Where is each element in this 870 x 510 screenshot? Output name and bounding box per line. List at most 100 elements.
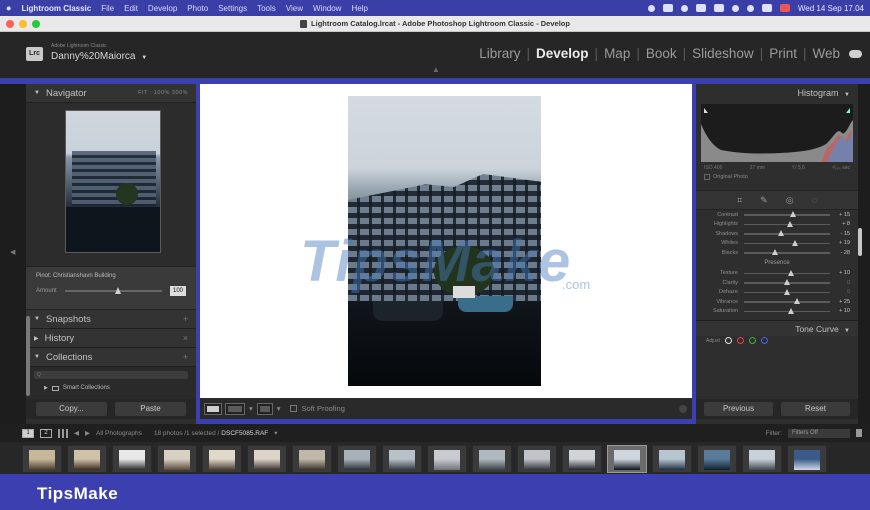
filmstrip-source[interactable]: All Photographs: [96, 430, 142, 437]
before-after-view-icon[interactable]: [225, 402, 245, 415]
add-collection-icon[interactable]: +: [183, 352, 188, 362]
red-channel-icon[interactable]: [736, 337, 744, 344]
module-print[interactable]: Print: [769, 46, 797, 61]
filmstrip-thumbnail[interactable]: [67, 445, 107, 473]
back-arrow-icon[interactable]: ◀: [74, 429, 79, 437]
filename-caret-icon[interactable]: ▾: [274, 429, 277, 437]
menubar-datetime[interactable]: Wed 14 Sep 17.04: [798, 4, 864, 13]
original-photo-toggle[interactable]: Original Photo: [696, 174, 858, 180]
filmstrip-thumbnail[interactable]: [247, 445, 287, 473]
navigator-zoom-options[interactable]: FIT : 100% 300%: [138, 90, 188, 96]
filmstrip-thumbnail[interactable]: [472, 445, 512, 473]
green-channel-icon[interactable]: [748, 337, 756, 344]
status-icon-1[interactable]: [647, 4, 655, 12]
soft-proofing-checkbox[interactable]: [289, 405, 297, 412]
histogram-graph[interactable]: [701, 104, 853, 162]
filmstrip-thumbnail[interactable]: [652, 445, 692, 473]
filmstrip-thumbnail[interactable]: [157, 445, 197, 473]
add-snapshot-icon[interactable]: +: [183, 314, 188, 324]
module-library[interactable]: Library: [479, 46, 520, 61]
menu-file[interactable]: File: [101, 4, 114, 13]
flag-icon[interactable]: [779, 4, 790, 12]
toolbar-menu-icon[interactable]: [679, 404, 687, 413]
paste-button[interactable]: Paste: [115, 402, 186, 416]
navigator-header[interactable]: ▼ Navigator FIT : 100% 300%: [26, 84, 196, 103]
rgb-channel-icon[interactable]: [724, 337, 732, 344]
clear-history-icon[interactable]: ×: [183, 333, 188, 343]
before-after-swap-icon[interactable]: [256, 402, 273, 415]
masking-tool-icon[interactable]: ◌: [812, 195, 817, 205]
histogram-header[interactable]: Histogram ▼: [696, 84, 858, 101]
filter-select[interactable]: Filters Off: [788, 428, 850, 438]
filmstrip-thumbnail[interactable]: [787, 445, 827, 473]
filmstrip-thumbnail[interactable]: [562, 445, 602, 473]
slider-knob[interactable]: [790, 211, 797, 217]
grid-view-icon[interactable]: [58, 428, 68, 438]
status-icon-2[interactable]: [662, 4, 673, 12]
adjustment-value[interactable]: + 15: [830, 212, 850, 218]
dropdown-caret-icon[interactable]: ▾: [277, 404, 281, 413]
battery-icon[interactable]: [713, 4, 724, 12]
adjustment-slider-shadows[interactable]: [744, 230, 830, 236]
minimize-window-button[interactable]: [19, 20, 27, 28]
spotlight-search-icon[interactable]: [746, 4, 754, 12]
original-photo-checkbox[interactable]: [704, 174, 710, 180]
wifi-icon[interactable]: [731, 4, 739, 12]
adjustment-value[interactable]: + 19: [830, 240, 850, 246]
filmstrip-thumbnail[interactable]: [202, 445, 242, 473]
filmstrip-thumbnail[interactable]: [337, 445, 377, 473]
filter-lock-icon[interactable]: [856, 429, 862, 437]
close-window-button[interactable]: [6, 20, 14, 28]
adjustment-slider-vibrance[interactable]: [744, 298, 830, 304]
filmstrip-filename[interactable]: DSCF5085.RAF: [221, 430, 268, 437]
adjustment-slider-saturation[interactable]: [744, 307, 830, 314]
crop-tool-icon[interactable]: ⌗: [737, 195, 742, 206]
highlight-clipping-icon[interactable]: [846, 108, 850, 113]
filmstrip-thumbnail[interactable]: [382, 445, 422, 473]
copy-button[interactable]: Copy...: [36, 402, 107, 416]
slider-knob[interactable]: [787, 220, 794, 227]
adjustment-slider-texture[interactable]: [744, 269, 830, 276]
adjustment-value[interactable]: + 25: [830, 299, 850, 305]
history-header[interactable]: ▶ History ×: [26, 329, 196, 348]
cloud-icon[interactable]: [849, 50, 862, 58]
collapse-header-arrow-icon[interactable]: ▲: [432, 65, 440, 74]
adjustment-value[interactable]: - 28: [830, 250, 850, 256]
healing-tool-icon[interactable]: ✎: [760, 195, 768, 206]
adjustment-slider-dehaze[interactable]: [744, 288, 830, 295]
navigator-preview[interactable]: [26, 103, 196, 266]
amount-value-field[interactable]: 100: [170, 286, 186, 296]
apple-menu-icon[interactable]: ●: [6, 3, 11, 13]
module-web[interactable]: Web: [812, 46, 840, 61]
adjustment-slider-blacks[interactable]: [744, 249, 830, 255]
left-panel-toggle-icon[interactable]: ◀: [10, 248, 15, 256]
main-window-button[interactable]: 1: [22, 428, 34, 438]
adjustment-value[interactable]: - 15: [830, 231, 850, 237]
module-map[interactable]: Map: [604, 46, 630, 61]
slider-knob[interactable]: [794, 298, 801, 304]
slider-knob[interactable]: [771, 249, 778, 255]
navigator-thumbnail[interactable]: [65, 110, 161, 253]
adjustment-value[interactable]: + 10: [830, 270, 850, 276]
menu-settings[interactable]: Settings: [218, 4, 247, 13]
module-slideshow[interactable]: Slideshow: [692, 46, 754, 61]
previous-button[interactable]: Previous: [704, 402, 773, 416]
smart-collections-item[interactable]: ▶ Smart Collections: [34, 385, 188, 391]
filmstrip-thumbnail[interactable]: [697, 445, 737, 473]
filmstrip-thumbnail[interactable]: [22, 445, 62, 473]
zoom-window-button[interactable]: [32, 20, 40, 28]
disclosure-triangle-icon[interactable]: ▶: [44, 385, 48, 391]
adjustment-slider-clarity[interactable]: [744, 279, 830, 285]
adjustment-slider-highlights[interactable]: [744, 220, 830, 227]
menu-window[interactable]: Window: [313, 4, 341, 13]
adjustment-value[interactable]: 0: [830, 280, 850, 286]
adjustment-value[interactable]: 0: [830, 289, 850, 295]
filmstrip-thumbnail[interactable]: [517, 445, 557, 473]
reset-button[interactable]: Reset: [781, 402, 850, 416]
menu-app-name[interactable]: Lightroom Classic: [21, 4, 91, 13]
control-center-icon[interactable]: [761, 4, 772, 12]
blue-channel-icon[interactable]: [760, 337, 768, 344]
menu-tools[interactable]: Tools: [257, 4, 276, 13]
secondary-window-button[interactable]: 2: [40, 428, 52, 438]
amount-slider[interactable]: [64, 287, 162, 294]
